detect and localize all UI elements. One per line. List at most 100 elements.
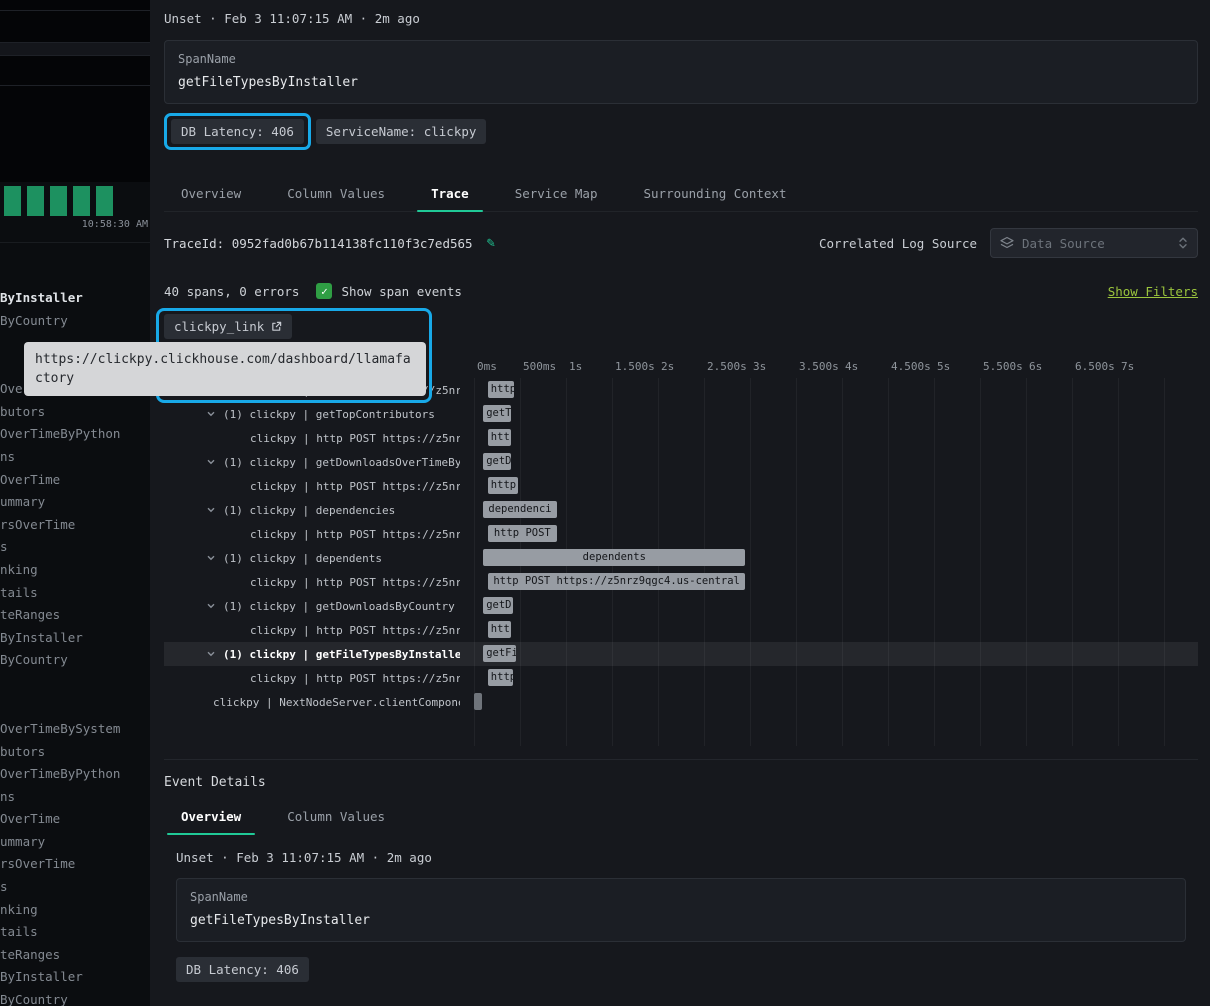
span-label[interactable]: clickpy | http POST https://z5nrz <box>164 672 460 685</box>
span-label[interactable]: clickpy | http POST https://z5nrz <box>164 480 460 493</box>
sidebar-item-butors[interactable]: butors <box>0 401 150 424</box>
sidebar-item-ns[interactable]: ns <box>0 786 150 809</box>
trace-row-1-clickpy-getdownloadsovertimebys[interactable]: (1) clickpy | getDownloadsOverTimeByS get… <box>164 450 1198 474</box>
sidebar-item-nking[interactable]: nking <box>0 559 150 582</box>
chevron-down-icon[interactable] <box>206 601 216 611</box>
sidebar-item-overtime[interactable]: OverTime <box>0 808 150 831</box>
span-bar[interactable]: getD <box>483 597 512 614</box>
trace-row-1-clickpy-getdownloadsbycountry[interactable]: (1) clickpy | getDownloadsByCountry getD <box>164 594 1198 618</box>
sidebar-item-byinstaller[interactable]: ByInstaller <box>0 966 150 989</box>
event-tab-column-values[interactable]: Column Values <box>270 798 402 834</box>
span-bar[interactable]: htt <box>488 621 511 638</box>
tab-trace[interactable]: Trace <box>414 175 486 211</box>
trace-row-clickpy-http-post-https-z5nrz[interactable]: clickpy | http POST https://z5nrz http <box>164 474 1198 498</box>
trace-row-clickpy-nextnodeserver-clientcompone[interactable]: clickpy | NextNodeServer.clientCompone <box>164 690 1198 714</box>
trace-row-clickpy-http-post-https-z5nrz[interactable]: clickpy | http POST https://z5nrz http PO… <box>164 570 1198 594</box>
chevron-down-icon[interactable] <box>206 409 216 419</box>
trace-header: TraceId: 0952fad0b67b114138fc110f3c7ed56… <box>164 228 1198 258</box>
span-bar[interactable]: http <box>488 669 513 686</box>
tab-surrounding-context[interactable]: Surrounding Context <box>627 175 804 211</box>
span-bar[interactable]: getFi <box>483 645 516 662</box>
sidebar-item-tails[interactable]: tails <box>0 921 150 944</box>
sidebar-item-byinstaller[interactable]: ByInstaller <box>0 287 150 310</box>
sidebar-item-rsovertime[interactable]: rsOverTime <box>0 514 150 537</box>
span-bar[interactable] <box>474 693 482 710</box>
span-bar[interactable]: dependenci <box>483 501 557 518</box>
chevron-down-icon[interactable] <box>206 505 216 515</box>
correlated-log-source-label: Correlated Log Source <box>819 236 977 251</box>
span-label[interactable]: clickpy | NextNodeServer.clientCompone <box>164 696 460 709</box>
sidebar-item-overtimebypython[interactable]: OverTimeByPython <box>0 763 150 786</box>
chevron-down-icon[interactable] <box>206 457 216 467</box>
sidebar-item-teranges[interactable]: teRanges <box>0 944 150 967</box>
trace-row-clickpy-http-post-https-z5nrz[interactable]: clickpy | http POST https://z5nrz http PO… <box>164 522 1198 546</box>
span-bar[interactable]: http POST https://z5nrz9qgc4.us-central <box>488 573 746 590</box>
trace-row-1-clickpy-dependencies[interactable]: (1) clickpy | dependencies dependenci <box>164 498 1198 522</box>
trace-row-1-clickpy-gettopcontributors[interactable]: (1) clickpy | getTopContributors getT <box>164 402 1198 426</box>
db-latency-badge[interactable]: DB Latency: 406 <box>171 119 304 144</box>
sidebar-item-ummary[interactable]: ummary <box>0 831 150 854</box>
sidebar-item-ns[interactable]: ns <box>0 446 150 469</box>
chevron-down-icon[interactable] <box>206 649 216 659</box>
span-label[interactable]: (1) clickpy | getTopContributors <box>164 408 460 421</box>
db-latency-badge-bottom[interactable]: DB Latency: 406 <box>176 957 309 982</box>
span-bar[interactable]: getT <box>483 405 511 422</box>
tab-service-map[interactable]: Service Map <box>498 175 615 211</box>
sidebar-item-overtimebysystem[interactable]: OverTimeBySystem <box>0 718 150 741</box>
sidebar-item-bycountry[interactable]: ByCountry <box>0 649 150 672</box>
clickpy-link-button[interactable]: clickpy_link <box>164 314 292 339</box>
span-bar[interactable]: getD <box>483 453 511 470</box>
span-label[interactable]: clickpy | http POST https://z5nrz <box>164 576 460 589</box>
trace-row-1-clickpy-getfiletypesbyinstaller[interactable]: (1) clickpy | getFileTypesByInstaller get… <box>164 642 1198 666</box>
data-source-select[interactable]: Data Source <box>990 228 1198 258</box>
sidebar-top-band <box>0 43 150 55</box>
sidebar-item-s[interactable]: s <box>0 536 150 559</box>
sidebar-item-tails[interactable]: tails <box>0 582 150 605</box>
span-bar[interactable]: http <box>488 477 518 494</box>
sidebar-item-nking[interactable]: nking <box>0 899 150 922</box>
span-label-text: clickpy | http POST https://z5nrz <box>250 480 460 493</box>
sidebar-item-byinstaller[interactable]: ByInstaller <box>0 627 150 650</box>
span-label-text: clickpy | http POST https://z5nrz <box>250 576 460 589</box>
clickpy-link-label: clickpy_link <box>174 319 264 334</box>
sidebar-item-butors[interactable]: butors <box>0 741 150 764</box>
span-label[interactable]: (1) clickpy | dependencies <box>164 504 460 517</box>
chart-bar <box>73 186 90 216</box>
span-bar[interactable]: htt <box>488 429 511 446</box>
span-bar[interactable]: dependents <box>483 549 745 566</box>
event-tab-overview[interactable]: Overview <box>164 798 258 834</box>
trace-row-clickpy-http-post-https-z5nrz[interactable]: clickpy | http POST https://z5nrz http <box>164 666 1198 690</box>
divider <box>0 242 150 243</box>
chevron-down-icon[interactable] <box>206 553 216 563</box>
sidebar-item-bycountry[interactable]: ByCountry <box>0 989 150 1006</box>
span-bar[interactable]: http <box>488 381 514 398</box>
sidebar-item-overtime[interactable]: OverTime <box>0 469 150 492</box>
trace-id-text: TraceId: 0952fad0b67b114138fc110f3c7ed56… <box>164 236 473 251</box>
span-label[interactable]: (1) clickpy | getDownloadsByCountry <box>164 600 460 613</box>
span-name-card: SpanName getFileTypesByInstaller <box>164 40 1198 104</box>
show-span-events-checkbox[interactable]: ✓ <box>316 283 332 299</box>
span-label[interactable]: clickpy | http POST https://z5nrz <box>164 624 460 637</box>
time-tick-1-500s: 1.500s <box>615 358 655 375</box>
service-name-badge[interactable]: ServiceName: clickpy <box>316 119 487 144</box>
span-label[interactable]: clickpy | http POST https://z5nrz <box>164 528 460 541</box>
sidebar-item-overtimebypython[interactable]: OverTimeByPython <box>0 423 150 446</box>
trace-row-clickpy-http-post-https-z5nrz[interactable]: clickpy | http POST https://z5nrz htt <box>164 426 1198 450</box>
sidebar-item-bycountry[interactable]: ByCountry <box>0 310 150 333</box>
sidebar-item-teranges[interactable]: teRanges <box>0 604 150 627</box>
span-bar[interactable]: http POST <box>488 525 557 542</box>
span-label[interactable]: clickpy | http POST https://z5nrz <box>164 432 460 445</box>
edit-icon[interactable]: ✎ <box>487 235 495 251</box>
tab-overview[interactable]: Overview <box>164 175 258 211</box>
span-label[interactable]: (1) clickpy | getFileTypesByInstaller <box>164 648 460 661</box>
sidebar-item-s[interactable]: s <box>0 876 150 899</box>
span-name-label-bottom: SpanName <box>190 890 1172 904</box>
trace-row-clickpy-http-post-https-z5nrz[interactable]: clickpy | http POST https://z5nrz htt <box>164 618 1198 642</box>
span-label[interactable]: (1) clickpy | getDownloadsOverTimeByS <box>164 456 460 469</box>
show-filters-link[interactable]: Show Filters <box>1108 284 1198 299</box>
span-label[interactable]: (1) clickpy | dependents <box>164 552 460 565</box>
sidebar-item-ummary[interactable]: ummary <box>0 491 150 514</box>
tab-column-values[interactable]: Column Values <box>270 175 402 211</box>
sidebar-item-rsovertime[interactable]: rsOverTime <box>0 853 150 876</box>
trace-row-1-clickpy-dependents[interactable]: (1) clickpy | dependents dependents <box>164 546 1198 570</box>
